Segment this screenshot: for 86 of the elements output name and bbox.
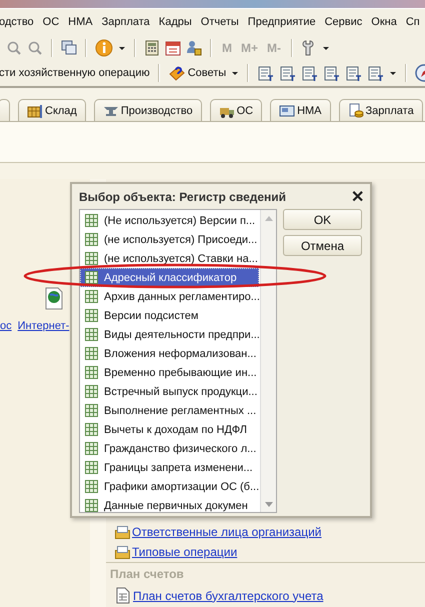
calendar-icon	[165, 40, 181, 56]
report-icon	[301, 64, 318, 82]
table-icon	[84, 441, 99, 456]
list-item[interactable]: Вычеты к доходам по НДФЛ	[80, 420, 259, 439]
table-icon	[84, 384, 99, 399]
table-icon	[84, 498, 99, 512]
report-icon	[257, 64, 274, 82]
calculator-icon	[144, 40, 160, 56]
question-icon	[168, 64, 186, 82]
link[interactable]: Ответственные лица организаций	[132, 525, 322, 539]
table-icon	[84, 460, 99, 475]
table-icon	[84, 422, 99, 437]
caret-icon	[389, 70, 398, 76]
table-icon	[84, 251, 99, 266]
menu-item[interactable]: Сервис	[324, 16, 362, 28]
dialog-button[interactable]: Отмена	[283, 235, 362, 256]
report-icon	[279, 64, 296, 82]
tips-button[interactable]: Советы	[168, 64, 226, 82]
tab[interactable]: ОС	[210, 99, 262, 121]
tab[interactable]: Склад	[18, 99, 86, 121]
menu-item[interactable]: Отчеты	[200, 16, 239, 28]
coins-icon	[348, 102, 364, 118]
menu-item[interactable]: Сп	[406, 16, 420, 28]
report-icon	[323, 64, 340, 82]
table-icon	[84, 365, 99, 380]
close-button[interactable]: ✕	[351, 186, 364, 206]
list-item[interactable]: Данные первичных докумен	[80, 496, 259, 512]
tab[interactable]: Производство	[94, 99, 202, 121]
info-icon	[95, 38, 113, 56]
user-lock-icon	[186, 40, 202, 56]
section-title: План счетов	[110, 566, 185, 583]
caret-icon	[322, 44, 330, 50]
web-page-icon	[45, 287, 63, 310]
list-item[interactable]: Временно пребывающие ин...	[80, 363, 259, 382]
scrollbar[interactable]	[260, 210, 276, 512]
list-item[interactable]: Архив данных регламентиро...	[80, 287, 259, 306]
scroll-up-icon	[264, 214, 274, 222]
table-icon	[84, 327, 99, 342]
table-icon	[84, 346, 99, 361]
table-icon	[84, 289, 99, 304]
tab[interactable]: Зарплата	[338, 99, 423, 121]
link[interactable]: Интернет-	[18, 320, 70, 332]
tab-edge[interactable]	[0, 99, 10, 121]
boxes-icon	[27, 102, 43, 118]
link[interactable]: План счетов бухгалтерского учета	[133, 588, 324, 602]
menu-item[interactable]: Окна	[371, 16, 397, 28]
dialog-button[interactable]: OK	[283, 209, 362, 230]
table-icon	[84, 479, 99, 494]
report-icon	[345, 64, 362, 82]
table-icon	[84, 270, 99, 285]
list-item[interactable]: Графики амортизации ОС (б...	[80, 477, 259, 496]
list-item[interactable]: Выполнение регламентных ...	[80, 401, 259, 420]
list-item[interactable]: Адресный классификатор	[80, 268, 259, 287]
table-icon	[84, 308, 99, 323]
folder-icon	[115, 546, 130, 558]
list-item[interactable]: Границы запрета изменени...	[80, 458, 259, 477]
list-item[interactable]: Версии подсистем	[80, 306, 259, 325]
tab[interactable]: НМА	[270, 99, 331, 121]
menu-item[interactable]: Зарплата	[102, 16, 150, 28]
link[interactable]: ос	[0, 320, 12, 332]
windows-icon	[61, 40, 77, 56]
folder-icon	[115, 526, 130, 538]
menu-item[interactable]: НМА	[68, 16, 93, 28]
dialog-title: Выбор объекта: Регистр сведений	[79, 190, 286, 204]
scroll-down-icon	[264, 500, 274, 508]
menu-item[interactable]: Кадры	[158, 16, 192, 28]
list-item[interactable]: (не используется) Присоеди...	[80, 230, 259, 249]
card-icon	[279, 102, 296, 118]
document-icon	[115, 587, 131, 604]
table-icon	[84, 213, 99, 228]
caret-icon	[118, 44, 126, 50]
list-item[interactable]: Виды деятельности предпри...	[80, 325, 259, 344]
list-item[interactable]: Вложения неформализован...	[80, 344, 259, 363]
list-item[interactable]: (не используется) Ставки на...	[80, 249, 259, 268]
menu-item[interactable]: ОС	[42, 16, 60, 28]
search-icon	[27, 40, 43, 56]
list-item[interactable]: Встречный выпуск продукци...	[80, 382, 259, 401]
list-item[interactable]: Гражданство физического л...	[80, 439, 259, 458]
search-icon	[6, 40, 22, 56]
table-icon	[84, 403, 99, 418]
list-item[interactable]: (Не используется) Версии п...	[80, 211, 259, 230]
table-icon	[84, 232, 99, 247]
caret-icon	[231, 70, 240, 76]
report-icon	[367, 64, 384, 82]
menu-item[interactable]: Предприятие	[248, 16, 316, 28]
link[interactable]: Типовые операции	[132, 545, 238, 559]
